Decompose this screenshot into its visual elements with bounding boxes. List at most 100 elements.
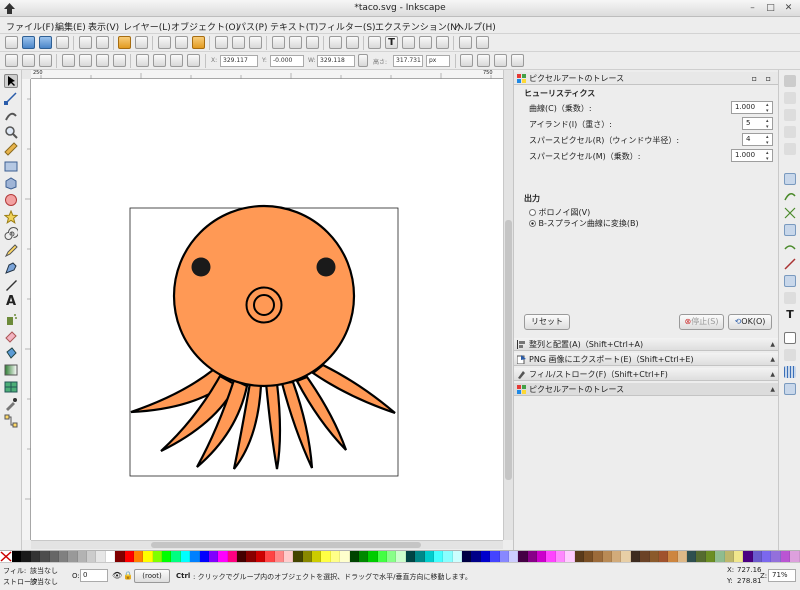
- menu-file[interactable]: ファイル(F): [6, 20, 54, 33]
- palette-swatch[interactable]: [752, 551, 762, 562]
- ellipse-tool-icon[interactable]: [4, 193, 18, 207]
- visibility-icon[interactable]: 👁: [112, 571, 122, 580]
- snap-rotation-center-icon[interactable]: [784, 292, 796, 304]
- palette-swatch[interactable]: [274, 551, 284, 562]
- paste-icon[interactable]: [192, 36, 205, 49]
- palette-swatch[interactable]: [537, 551, 547, 562]
- save-icon[interactable]: [39, 36, 52, 49]
- fill-stroke-icon[interactable]: [368, 36, 381, 49]
- rectangle-tool-icon[interactable]: [4, 159, 18, 173]
- star-tool-icon[interactable]: [3, 209, 19, 224]
- palette-swatch[interactable]: [77, 551, 87, 562]
- collapse-arrow-icon[interactable]: ▲: [770, 368, 775, 381]
- palette-swatch[interactable]: [12, 551, 22, 562]
- palette-swatch[interactable]: [30, 551, 41, 562]
- export-panel-tab[interactable]: PNG 画像にエクスポート(E)（Shift+Ctrl+E) ▲: [514, 353, 779, 366]
- preferences-icon[interactable]: [436, 36, 449, 49]
- palette-swatch[interactable]: [780, 551, 791, 562]
- close-icon[interactable]: ✕: [783, 3, 794, 14]
- transform-gradients-icon[interactable]: [494, 54, 507, 67]
- palette-swatch[interactable]: [743, 551, 753, 562]
- horizontal-scrollbar[interactable]: [31, 540, 503, 549]
- palette-swatch[interactable]: [518, 551, 528, 562]
- vertical-ruler[interactable]: [22, 79, 31, 540]
- snap-nodes-icon[interactable]: [784, 173, 796, 185]
- lock-ratio-icon[interactable]: [358, 54, 368, 67]
- menu-help[interactable]: ヘルプ(H): [455, 20, 496, 33]
- eraser-tool-icon[interactable]: [4, 329, 18, 343]
- menu-path[interactable]: パス(P): [237, 20, 267, 33]
- snap-guide-icon[interactable]: [784, 366, 796, 378]
- zoom-drawing-icon[interactable]: [232, 36, 245, 49]
- palette-swatch[interactable]: [546, 551, 556, 562]
- snap-bbox-icon[interactable]: [784, 92, 796, 104]
- snap-bbox-midpoint-icon[interactable]: [784, 143, 796, 155]
- align-distribute-icon[interactable]: [419, 36, 432, 49]
- palette-swatch[interactable]: [677, 551, 687, 562]
- rotate-ccw-icon[interactable]: [62, 54, 75, 67]
- menu-filters[interactable]: フィルター(S): [318, 20, 376, 33]
- palette-swatch[interactable]: [302, 551, 312, 562]
- palette-swatch[interactable]: [293, 551, 303, 562]
- snap-bbox-edge-icon[interactable]: [784, 109, 796, 121]
- h-field[interactable]: 317.731: [393, 55, 423, 67]
- pencil-tool-icon[interactable]: [4, 244, 18, 258]
- collapse-arrow-icon[interactable]: ▲: [770, 338, 775, 351]
- palette-swatch[interactable]: [621, 551, 631, 562]
- ungroup-icon[interactable]: [346, 36, 359, 49]
- zoom-field[interactable]: 71%: [768, 569, 796, 582]
- reset-button[interactable]: リセット: [524, 314, 570, 330]
- bspline-radio[interactable]: B-スプライン曲線に変換(B): [529, 218, 639, 229]
- new-document-icon[interactable]: [5, 36, 18, 49]
- measure-tool-icon[interactable]: [4, 142, 18, 156]
- palette-swatch[interactable]: [630, 551, 641, 562]
- mesh-tool-icon[interactable]: [4, 380, 18, 394]
- snap-grid-icon[interactable]: [784, 349, 796, 361]
- print-icon[interactable]: [56, 36, 69, 49]
- palette-swatch[interactable]: [527, 551, 537, 562]
- trace-panel-tab[interactable]: ピクセルアートのトレース ▲: [514, 383, 779, 396]
- tweak-tool-icon[interactable]: [4, 108, 18, 122]
- panel-close-icon[interactable]: ▫: [766, 72, 771, 85]
- menu-edit[interactable]: 編集(E): [55, 20, 86, 33]
- palette-swatch[interactable]: [218, 551, 228, 562]
- palette-swatch[interactable]: [762, 551, 772, 562]
- palette-swatch[interactable]: [687, 551, 697, 562]
- palette-swatch[interactable]: [21, 551, 31, 562]
- palette-swatch[interactable]: [658, 551, 669, 562]
- palette-swatch[interactable]: [452, 551, 462, 562]
- palette-swatch[interactable]: [152, 551, 162, 562]
- spray-tool-icon[interactable]: [4, 312, 18, 326]
- palette-swatch[interactable]: [265, 551, 275, 562]
- palette-swatch[interactable]: [668, 551, 678, 562]
- palette-swatch[interactable]: [649, 551, 659, 562]
- palette-swatch[interactable]: [40, 551, 50, 562]
- text-tool-icon[interactable]: A: [4, 295, 18, 309]
- palette-swatch[interactable]: [133, 551, 144, 562]
- copy-icon[interactable]: [158, 36, 171, 49]
- snap-cusp-icon[interactable]: [784, 224, 796, 236]
- palette-swatch[interactable]: [433, 551, 444, 562]
- undo-icon[interactable]: [118, 36, 131, 49]
- pen-tool-icon[interactable]: [4, 261, 18, 275]
- palette-swatch[interactable]: [208, 551, 219, 562]
- snap-smooth-icon[interactable]: [784, 241, 796, 253]
- palette-swatch[interactable]: [237, 551, 247, 562]
- fill-value[interactable]: 該当なし: [30, 566, 58, 576]
- minimize-icon[interactable]: –: [747, 3, 758, 14]
- duplicate-icon[interactable]: [272, 36, 285, 49]
- dropper-tool-icon[interactable]: [4, 397, 18, 411]
- palette-swatch[interactable]: [499, 551, 509, 562]
- palette-swatch[interactable]: [96, 551, 106, 562]
- trace-pixel-art-header[interactable]: ピクセルアートのトレース ▫ ▫: [514, 72, 779, 85]
- snap-bbox-corner-icon[interactable]: [784, 126, 796, 138]
- palette-swatch[interactable]: [733, 551, 744, 562]
- snap-path-icon[interactable]: [784, 190, 796, 202]
- palette-swatch[interactable]: [424, 551, 434, 562]
- w-field[interactable]: 329.118: [317, 55, 355, 67]
- voronoi-radio[interactable]: ボロノイ図(V): [529, 207, 590, 218]
- palette-swatch[interactable]: [105, 551, 116, 562]
- sparse-radius-spinbox[interactable]: 4: [742, 133, 773, 146]
- bucket-tool-icon[interactable]: [4, 346, 18, 360]
- curves-spinbox[interactable]: 1.000: [731, 101, 773, 114]
